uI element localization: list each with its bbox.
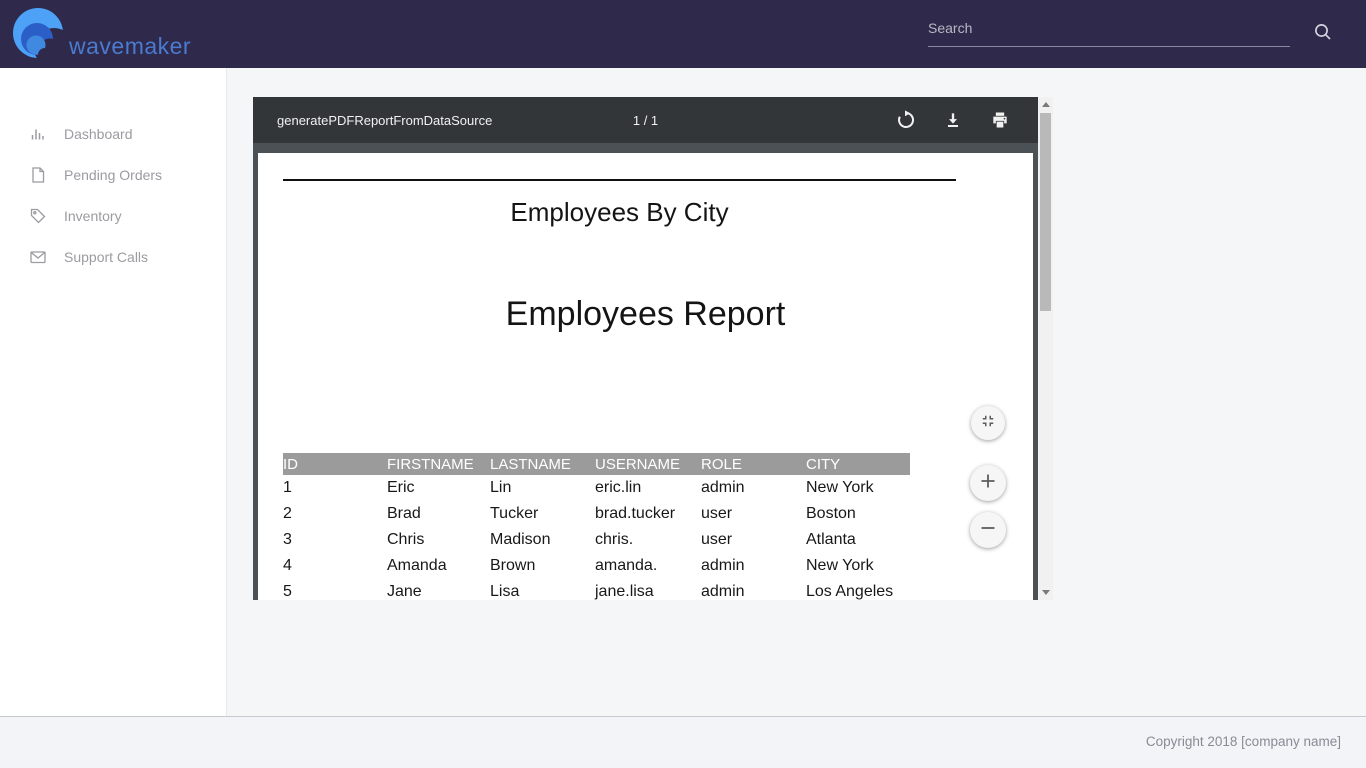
table-cell: 5 (283, 583, 387, 600)
table-cell: admin (701, 479, 806, 497)
document-icon (29, 166, 47, 184)
col-header: LASTNAME (490, 456, 595, 473)
download-icon[interactable] (943, 110, 963, 130)
table-cell: Tucker (490, 505, 595, 523)
pdf-viewer: generatePDFReportFromDataSource 1 / 1 (253, 97, 1053, 600)
sidebar-item-label: Support Calls (64, 249, 148, 265)
app-header: wavemaker (0, 0, 1366, 68)
table-cell: Atlanta (806, 531, 910, 549)
page-indicator: 1 / 1 (633, 113, 658, 128)
table-cell: Brown (490, 557, 595, 575)
sidebar-item-label: Inventory (64, 208, 122, 224)
table-cell: Brad (387, 505, 490, 523)
zoom-out-button[interactable] (970, 512, 1006, 548)
table-cell: Eric (387, 479, 490, 497)
table-cell: Lisa (490, 583, 595, 600)
table-cell: Amanda (387, 557, 490, 575)
search-input[interactable] (928, 20, 1290, 36)
search-field-wrap (928, 20, 1290, 47)
pdf-viewer-main: generatePDFReportFromDataSource 1 / 1 (253, 97, 1038, 600)
print-icon[interactable] (990, 110, 1010, 130)
table-cell: admin (701, 557, 806, 575)
sidebar-item-pending-orders[interactable]: Pending Orders (0, 154, 226, 195)
col-header: FIRSTNAME (387, 456, 490, 473)
table-cell: New York (806, 479, 910, 497)
fit-to-page-icon (979, 412, 997, 435)
scroll-down-icon[interactable] (1038, 585, 1053, 600)
scrollbar-thumb[interactable] (1040, 113, 1051, 311)
table-cell: 2 (283, 505, 387, 523)
zoom-in-icon (979, 472, 997, 495)
sidebar-item-dashboard[interactable]: Dashboard (0, 113, 226, 154)
rotate-icon[interactable] (896, 110, 916, 130)
table-cell: jane.lisa (595, 583, 701, 600)
table-cell: Chris (387, 531, 490, 549)
table-cell: 3 (283, 531, 387, 549)
table-cell: Madison (490, 531, 595, 549)
table-row: 4AmandaBrownamanda.adminNew York (283, 553, 910, 579)
col-header: USERNAME (595, 456, 701, 473)
zoom-out-icon (979, 519, 997, 542)
table-row: 1EricLineric.linadminNew York (283, 475, 910, 501)
table-row: 5JaneLisajane.lisaadminLos Angeles (283, 579, 910, 600)
fit-to-page-button[interactable] (971, 406, 1005, 440)
pdf-scrollbar[interactable] (1038, 97, 1053, 600)
app-footer: Copyright 2018 [company name] (0, 716, 1366, 768)
col-header: CITY (806, 456, 910, 473)
report-table-header: ID FIRSTNAME LASTNAME USERNAME ROLE CITY (283, 453, 910, 475)
table-row: 3ChrisMadisonchris.userAtlanta (283, 527, 910, 553)
table-cell: user (701, 531, 806, 549)
sidebar-item-support-calls[interactable]: Support Calls (0, 236, 226, 277)
report-table: ID FIRSTNAME LASTNAME USERNAME ROLE CITY… (283, 453, 910, 600)
wavemaker-wave-icon (12, 6, 68, 67)
table-cell: brad.tucker (595, 505, 701, 523)
sidebar-item-label: Pending Orders (64, 167, 162, 183)
sidebar-item-label: Dashboard (64, 126, 133, 142)
table-cell: eric.lin (595, 479, 701, 497)
scroll-up-icon[interactable] (1038, 97, 1053, 112)
search-icon[interactable] (1312, 21, 1334, 48)
bar-chart-icon (29, 125, 47, 143)
table-cell: Lin (490, 479, 595, 497)
envelope-icon (29, 248, 47, 266)
table-cell: Boston (806, 505, 910, 523)
copyright-text: Copyright 2018 [company name] (0, 717, 1366, 767)
sidebar-nav: Dashboard Pending Orders Inventory Suppo… (0, 68, 227, 716)
logo-wordmark: wavemaker (69, 33, 191, 60)
pdf-page: Employees By City Employees Report ID FI… (258, 153, 1033, 600)
col-header: ROLE (701, 456, 806, 473)
report-table-body: 1EricLineric.linadminNew York2BradTucker… (283, 475, 910, 600)
table-cell: 1 (283, 479, 387, 497)
pdf-header-title: Employees By City (283, 197, 956, 228)
table-cell: chris. (595, 531, 701, 549)
table-cell: admin (701, 583, 806, 600)
zoom-in-button[interactable] (970, 465, 1006, 501)
pdf-report-title: Employees Report (258, 295, 1033, 334)
pdf-document-title: generatePDFReportFromDataSource (277, 113, 492, 128)
pdf-toolbar: generatePDFReportFromDataSource 1 / 1 (253, 97, 1038, 143)
pdf-toolbar-actions (896, 110, 1010, 130)
wavemaker-logo[interactable]: wavemaker (12, 6, 191, 67)
col-header: ID (283, 456, 387, 473)
table-row: 2BradTuckerbrad.tuckeruserBoston (283, 501, 910, 527)
pdf-header-rule (283, 179, 956, 181)
table-cell: Jane (387, 583, 490, 600)
pdf-page-area[interactable]: Employees By City Employees Report ID FI… (253, 143, 1038, 600)
tag-icon (29, 207, 47, 225)
sidebar-item-inventory[interactable]: Inventory (0, 195, 226, 236)
table-cell: Los Angeles (806, 583, 910, 600)
table-cell: amanda. (595, 557, 701, 575)
table-cell: New York (806, 557, 910, 575)
table-cell: user (701, 505, 806, 523)
table-cell: 4 (283, 557, 387, 575)
